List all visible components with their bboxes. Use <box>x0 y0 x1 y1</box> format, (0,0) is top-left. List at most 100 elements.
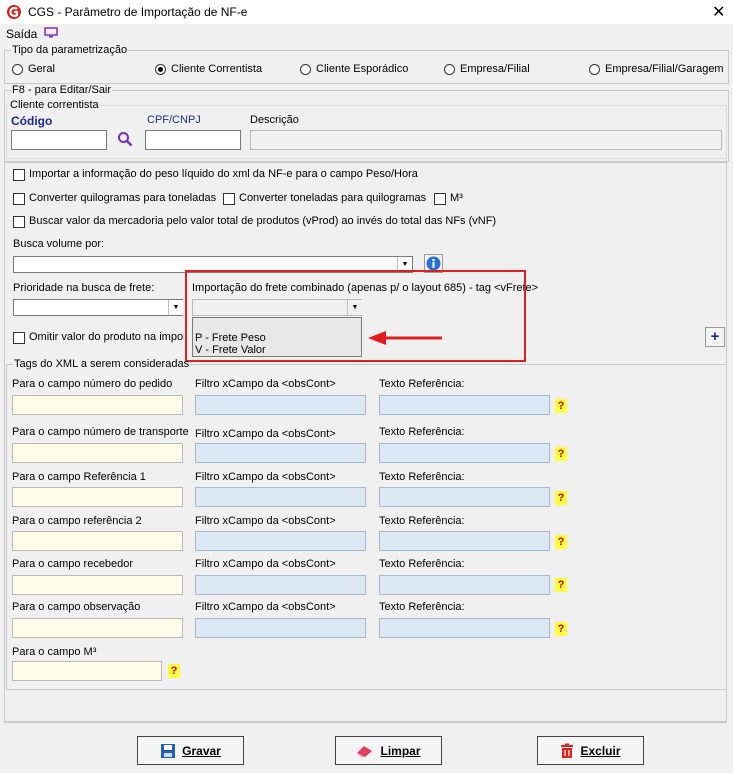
bottom-divider <box>4 722 727 723</box>
texto-input[interactable] <box>379 395 550 415</box>
peso-liquido-checkbox[interactable] <box>13 169 25 181</box>
cpf-label: CPF/CNPJ <box>147 114 201 126</box>
add-icon[interactable]: + <box>705 327 725 347</box>
filtro-label: Filtro xCampo da <obsCont> <box>195 558 336 570</box>
texto-input[interactable] <box>379 618 550 638</box>
tag-row-input[interactable] <box>12 395 183 415</box>
radio-geral-label: Geral <box>28 63 55 75</box>
filtro-label: Filtro xCampo da <obsCont> <box>195 378 336 390</box>
cliente-legend: Cliente correntista <box>10 99 99 111</box>
texto-label: Texto Referência: <box>379 515 465 527</box>
texto-label: Texto Referência: <box>379 601 465 613</box>
radio-geral[interactable] <box>12 64 23 75</box>
peso-liquido-label: Importar a informação do peso líquido do… <box>29 168 418 180</box>
tag-row-input[interactable] <box>12 487 183 507</box>
filtro-label: Filtro xCampo da <obsCont> <box>195 515 336 527</box>
menu-bar <box>0 24 733 42</box>
vprod-checkbox[interactable] <box>13 216 25 228</box>
texto-input[interactable] <box>379 531 550 551</box>
excluir-button[interactable]: Excluir <box>537 736 644 765</box>
ton-to-kg-label: Converter toneladas para quilogramas <box>239 192 427 204</box>
search-icon[interactable] <box>117 131 133 147</box>
filtro-input[interactable] <box>195 575 366 595</box>
limpar-label: Limpar <box>380 743 421 758</box>
codigo-input[interactable] <box>11 130 107 150</box>
eraser-icon <box>357 745 373 757</box>
help-icon[interactable]: ? <box>555 535 567 549</box>
kg-to-ton-label: Converter quilogramas para toneladas <box>29 192 217 204</box>
tag-row-input[interactable] <box>12 531 183 551</box>
tag-row-label: Para o campo recebedor <box>12 558 134 570</box>
filtro-input[interactable] <box>195 395 366 415</box>
filtro-label: Filtro xCampo da <obsCont> <box>195 471 336 483</box>
radio-empresa-filial-label: Empresa/Filial <box>460 63 530 75</box>
omitir-label: Omitir valor do produto na importação <box>29 331 184 343</box>
descricao-label: Descrição <box>250 114 299 126</box>
m3-label: M³ <box>450 192 463 204</box>
vprod-label: Buscar valor da mercadoria pelo valor to… <box>29 215 497 227</box>
m3-row-input[interactable] <box>12 661 162 681</box>
radio-cliente-esporadico-label: Cliente Esporádico <box>316 63 409 75</box>
tag-row-input[interactable] <box>12 618 183 638</box>
filtro-input[interactable] <box>195 487 366 507</box>
texto-input[interactable] <box>379 487 550 507</box>
filtro-label: Filtro xCampo da <obsCont> <box>195 601 336 613</box>
tag-row-label: Para o campo referência 2 <box>12 515 142 527</box>
radio-cliente-correntista[interactable] <box>155 64 166 75</box>
gravar-label: Gravar <box>182 743 221 758</box>
cpf-input[interactable] <box>145 130 241 150</box>
texto-input[interactable] <box>379 443 550 463</box>
close-icon[interactable]: ✕ <box>712 2 725 22</box>
help-icon[interactable]: ? <box>555 622 567 636</box>
codigo-label: Código <box>11 114 53 128</box>
save-icon <box>161 743 176 758</box>
radio-empresa-filial-garagem[interactable] <box>589 64 600 75</box>
prioridade-select[interactable] <box>13 299 183 316</box>
filtro-input[interactable] <box>195 531 366 551</box>
arrow-left-icon <box>368 331 442 345</box>
help-icon[interactable]: ? <box>555 491 567 505</box>
busca-volume-label: Busca volume por: <box>13 238 105 250</box>
texto-label: Texto Referência: <box>379 471 465 483</box>
app-logo-icon <box>7 5 21 19</box>
kg-to-ton-checkbox[interactable] <box>13 193 25 205</box>
menu-saida[interactable]: Saída <box>6 27 37 41</box>
prioridade-label: Prioridade na busca de frete: <box>13 282 155 294</box>
f8-legend: F8 - para Editar/Sair <box>12 84 112 96</box>
monitor-icon[interactable] <box>44 27 58 38</box>
filtro-input[interactable] <box>195 443 366 463</box>
radio-empresa-filial-garagem-label: Empresa/Filial/Garagem <box>605 63 724 75</box>
gravar-button[interactable]: Gravar <box>137 736 244 765</box>
omitir-checkbox[interactable] <box>13 332 25 344</box>
window-title: CGS - Parâmetro de Importação de NF-e <box>28 5 248 19</box>
tag-row-input[interactable] <box>12 575 183 595</box>
m3-checkbox[interactable] <box>434 193 446 205</box>
m3-row-label: Para o campo M³ <box>12 646 97 658</box>
help-icon[interactable]: ? <box>168 664 180 678</box>
texto-input[interactable] <box>379 575 550 595</box>
radio-cliente-esporadico[interactable] <box>300 64 311 75</box>
excluir-label: Excluir <box>580 743 621 758</box>
filtro-label: Filtro xCampo da <obsCont> <box>195 428 336 440</box>
tag-row-label: Para o campo observação <box>12 601 141 613</box>
cliente-group: Cliente correntista <box>6 99 727 159</box>
limpar-button[interactable]: Limpar <box>335 736 442 765</box>
help-icon[interactable]: ? <box>555 578 567 592</box>
tag-row-input[interactable] <box>12 443 183 463</box>
texto-label: Texto Referência: <box>379 378 465 390</box>
tag-row-label: Para o campo número do pedido <box>12 378 173 390</box>
highlight-box <box>185 270 526 362</box>
help-icon[interactable]: ? <box>555 399 567 413</box>
tag-row-label: Para o campo Referência 1 <box>12 471 146 483</box>
radio-empresa-filial[interactable] <box>444 64 455 75</box>
help-icon[interactable]: ? <box>555 447 567 461</box>
descricao-input[interactable] <box>250 130 722 150</box>
texto-label: Texto Referência: <box>379 426 465 438</box>
ton-to-kg-checkbox[interactable] <box>223 193 235 205</box>
tipo-legend: Tipo da parametrização <box>12 44 128 56</box>
chevron-down-icon[interactable]: ▼ <box>168 300 183 315</box>
tag-row-label: Para o campo número de transporte <box>12 426 189 438</box>
filtro-input[interactable] <box>195 618 366 638</box>
radio-cliente-correntista-label: Cliente Correntista <box>171 63 263 75</box>
tags-legend: Tags do XML a serem consideradas <box>14 358 190 370</box>
